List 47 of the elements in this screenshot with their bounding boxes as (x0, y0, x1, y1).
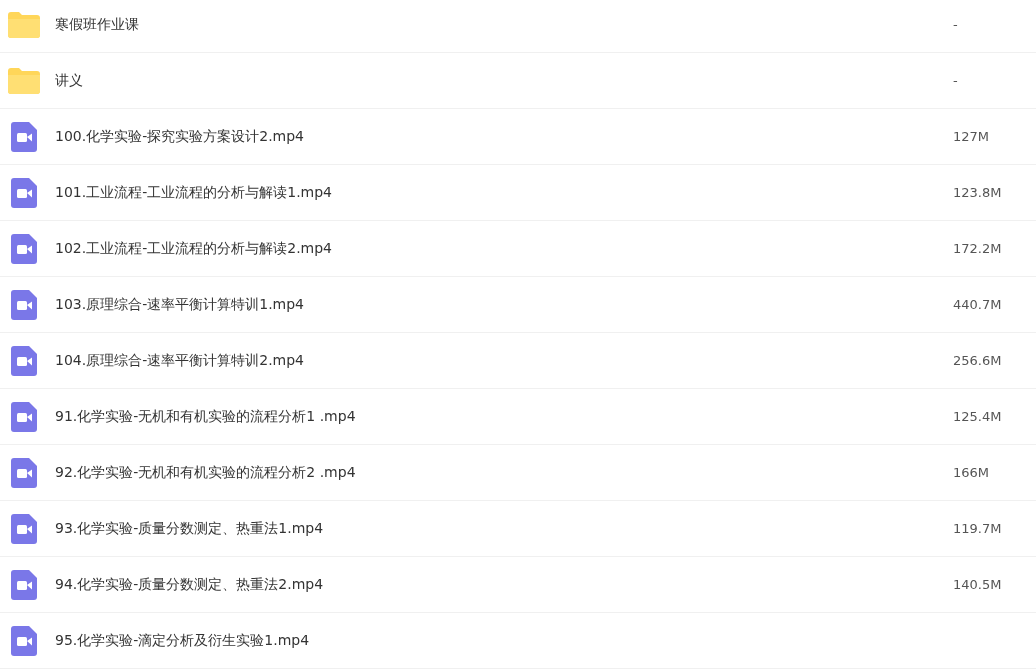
file-row[interactable]: 101.工业流程-工业流程的分析与解读1.mp4 123.8M (0, 165, 1036, 221)
file-name: 讲义 (55, 71, 84, 90)
file-name: 102.工业流程-工业流程的分析与解读2.mp4 (55, 239, 333, 258)
file-size: 166M (953, 465, 991, 480)
file-name: 93.化学实验-质量分数测定、热重法1.mp4 (55, 519, 325, 538)
folder-icon (7, 11, 40, 38)
file-name: 95.化学实验-滴定分析及衍生实验1.mp4 (55, 631, 311, 650)
file-name: 91.化学实验-无机和有机实验的流程分析1 .mp4 (55, 407, 357, 426)
file-size: 256.6M (953, 353, 1003, 368)
file-name: 104.原理综合-速率平衡计算特训2.mp4 (55, 351, 305, 370)
file-name: 寒假班作业课 (55, 15, 140, 34)
video-file-icon (10, 457, 37, 488)
video-file-icon (10, 233, 37, 264)
file-row[interactable]: 104.原理综合-速率平衡计算特训2.mp4 256.6M (0, 333, 1036, 389)
video-file-icon (10, 121, 37, 152)
file-row[interactable]: 94.化学实验-质量分数测定、热重法2.mp4 140.5M (0, 557, 1036, 613)
file-row[interactable]: 102.工业流程-工业流程的分析与解读2.mp4 172.2M (0, 221, 1036, 277)
file-name: 103.原理综合-速率平衡计算特训1.mp4 (55, 295, 305, 314)
file-name: 92.化学实验-无机和有机实验的流程分析2 .mp4 (55, 463, 357, 482)
file-size: 125.4M (953, 409, 1003, 424)
file-size: 440.7M (953, 297, 1003, 312)
file-name: 94.化学实验-质量分数测定、热重法2.mp4 (55, 575, 325, 594)
file-name: 101.工业流程-工业流程的分析与解读1.mp4 (55, 183, 333, 202)
video-file-icon (10, 513, 37, 544)
file-name: 100.化学实验-探究实验方案设计2.mp4 (55, 127, 305, 146)
file-size: 172.2M (953, 241, 1003, 256)
file-row[interactable]: 寒假班作业课 - (0, 0, 1036, 53)
file-row[interactable]: 92.化学实验-无机和有机实验的流程分析2 .mp4 166M (0, 445, 1036, 501)
file-row[interactable]: 100.化学实验-探究实验方案设计2.mp4 127M (0, 109, 1036, 165)
file-size: 127M (953, 129, 991, 144)
file-size: 123.8M (953, 185, 1003, 200)
file-size: - (953, 17, 959, 32)
folder-icon (7, 67, 40, 94)
file-row[interactable]: 93.化学实验-质量分数测定、热重法1.mp4 119.7M (0, 501, 1036, 557)
file-row[interactable]: 讲义 - (0, 53, 1036, 109)
file-row[interactable]: 91.化学实验-无机和有机实验的流程分析1 .mp4 125.4M (0, 389, 1036, 445)
video-file-icon (10, 401, 37, 432)
file-size: - (953, 73, 959, 88)
video-file-icon (10, 569, 37, 600)
file-size: 140.5M (953, 577, 1003, 592)
file-row[interactable]: 95.化学实验-滴定分析及衍生实验1.mp4 (0, 613, 1036, 669)
video-file-icon (10, 177, 37, 208)
video-file-icon (10, 289, 37, 320)
video-file-icon (10, 345, 37, 376)
video-file-icon (10, 625, 37, 656)
file-row[interactable]: 103.原理综合-速率平衡计算特训1.mp4 440.7M (0, 277, 1036, 333)
file-size: 119.7M (953, 521, 1003, 536)
